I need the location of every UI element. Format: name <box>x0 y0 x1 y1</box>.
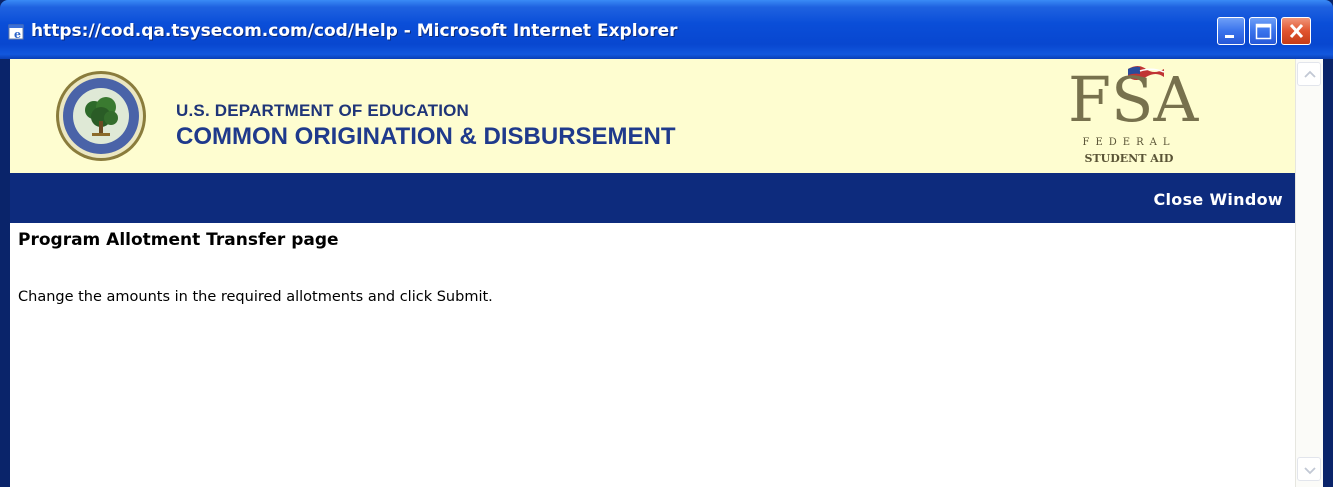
maximize-icon <box>1255 23 1272 40</box>
svg-text:e: e <box>14 28 21 41</box>
maximize-button[interactable] <box>1249 17 1277 45</box>
minimize-button[interactable] <box>1217 17 1245 45</box>
browser-window: e https://cod.qa.tsysecom.com/cod/Help -… <box>0 0 1333 487</box>
scroll-down-icon <box>1304 467 1316 475</box>
system-name: COMMON ORIGINATION & DISBURSEMENT <box>176 123 676 150</box>
vertical-scrollbar[interactable] <box>1295 59 1323 487</box>
ie-icon: e <box>8 23 26 41</box>
browser-client-area: U.S. DEPARTMENT OF EDUCATION COMMON ORIG… <box>10 59 1323 487</box>
page-content: U.S. DEPARTMENT OF EDUCATION COMMON ORIG… <box>10 59 1295 487</box>
close-icon <box>1289 23 1304 39</box>
scroll-up-icon <box>1304 70 1316 78</box>
fsa-logo-student-aid: STUDENT AID <box>1084 152 1174 165</box>
fsa-logo: FSA FEDERAL STUDENT AID <box>1068 63 1199 171</box>
header-banner: U.S. DEPARTMENT OF EDUCATION COMMON ORIG… <box>10 59 1295 173</box>
scroll-down-button[interactable] <box>1297 457 1321 481</box>
nav-bar: Close Window <box>10 173 1295 223</box>
page-title: Program Allotment Transfer page <box>18 230 339 250</box>
scroll-up-button[interactable] <box>1297 62 1321 86</box>
close-window-link[interactable]: Close Window <box>1153 190 1283 209</box>
instructions-text: Change the amounts in the required allot… <box>18 289 493 305</box>
fsa-logo-federal: FEDERAL <box>1082 137 1176 148</box>
fsa-logo-text: FSA <box>1068 63 1199 136</box>
window-title: https://cod.qa.tsysecom.com/cod/Help - M… <box>31 21 678 41</box>
department-of-education-seal <box>54 69 148 163</box>
title-bar[interactable]: e https://cod.qa.tsysecom.com/cod/Help -… <box>0 0 1333 59</box>
close-button[interactable] <box>1281 17 1311 45</box>
minimize-icon <box>1225 35 1234 38</box>
department-name: U.S. DEPARTMENT OF EDUCATION <box>176 101 470 120</box>
